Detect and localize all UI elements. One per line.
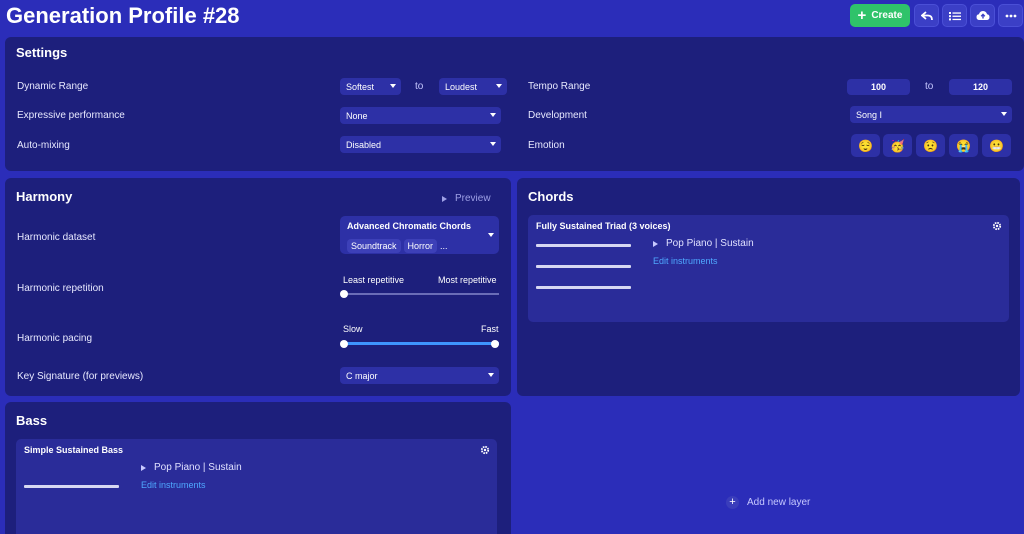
play-icon xyxy=(653,240,658,247)
preview-label: Preview xyxy=(455,193,491,204)
chevron-down-icon xyxy=(1001,112,1007,116)
tempo-max-input[interactable]: 120 xyxy=(949,79,1012,95)
harmonic-dataset-label: Harmonic dataset xyxy=(17,232,96,243)
repetition-slider-track[interactable] xyxy=(344,293,499,295)
chord-instrument-name: Pop Piano | Sustain xyxy=(666,238,754,249)
pacing-min-label: Slow xyxy=(343,324,363,334)
gear-icon[interactable] xyxy=(992,221,1002,231)
dataset-tag: Horror xyxy=(403,239,438,253)
chevron-down-icon xyxy=(490,142,496,146)
harmonic-dataset-select[interactable]: Advanced Chromatic Chords Soundtrack Horr… xyxy=(340,216,499,254)
chords-panel: Chords Fully Sustained Triad (3 voices) … xyxy=(517,178,1020,396)
key-signature-select[interactable]: C major xyxy=(340,367,499,384)
bass-instrument[interactable]: Pop Piano | Sustain xyxy=(141,462,242,473)
emotion-grimace-button[interactable]: 😬 xyxy=(982,134,1011,157)
automix-value: Disabled xyxy=(346,139,382,150)
add-layer-label: Add new layer xyxy=(747,497,811,508)
key-signature-value: C major xyxy=(346,370,378,381)
dynamic-to-word: to xyxy=(415,81,424,92)
bass-panel: Bass Simple Sustained Bass Pop Piano | S… xyxy=(5,402,511,534)
plus-icon: + xyxy=(726,496,739,509)
list-button[interactable] xyxy=(942,4,967,27)
undo-icon xyxy=(920,10,933,20)
bass-layer-title: Simple Sustained Bass xyxy=(24,445,124,455)
expressive-value: None xyxy=(346,110,368,121)
automix-select[interactable]: Disabled xyxy=(340,136,501,153)
chevron-down-icon xyxy=(496,84,502,88)
dynamic-max-select[interactable]: Loudest xyxy=(439,78,507,95)
development-select[interactable]: Song I xyxy=(850,106,1012,123)
chevron-down-icon xyxy=(488,373,494,377)
upload-button[interactable] xyxy=(970,4,995,27)
tempo-min-input[interactable]: 100 xyxy=(847,79,910,95)
development-label: Development xyxy=(528,110,587,121)
emotion-relieved-button[interactable]: 😌 xyxy=(851,134,880,157)
preview-button[interactable]: Preview xyxy=(442,193,491,204)
more-button[interactable] xyxy=(998,4,1023,27)
voice-bar xyxy=(536,265,631,268)
expressive-select[interactable]: None xyxy=(340,107,501,124)
emotion-crying-button[interactable]: 😭 xyxy=(949,134,978,157)
more-icon xyxy=(1005,14,1016,17)
bass-instrument-name: Pop Piano | Sustain xyxy=(154,462,242,473)
voice-bar xyxy=(536,286,631,289)
gear-icon[interactable] xyxy=(480,445,490,455)
undo-button[interactable] xyxy=(914,4,939,27)
add-layer-button[interactable]: + Add new layer xyxy=(726,496,810,509)
chord-instrument[interactable]: Pop Piano | Sustain xyxy=(653,238,754,249)
development-value: Song I xyxy=(856,109,883,120)
dynamic-max-value: Loudest xyxy=(445,81,478,92)
harmony-panel: Harmony Preview Harmonic dataset Advance… xyxy=(5,178,511,396)
tempo-label: Tempo Range xyxy=(528,81,591,92)
page-title: Generation Profile #28 xyxy=(6,3,240,28)
key-signature-label: Key Signature (for previews) xyxy=(17,371,144,382)
tempo-to-word: to xyxy=(925,81,934,92)
voice-bar xyxy=(24,485,119,488)
chevron-down-icon xyxy=(488,233,494,237)
bass-layer-card[interactable]: Simple Sustained Bass Pop Piano | Sustai… xyxy=(16,439,497,534)
create-button-label: Create xyxy=(871,10,903,21)
bass-title: Bass xyxy=(16,413,48,428)
dynamic-min-select[interactable]: Softest xyxy=(340,78,401,95)
pacing-slider-range[interactable] xyxy=(344,342,499,345)
expressive-label: Expressive performance xyxy=(17,110,125,121)
chord-layer-title: Fully Sustained Triad (3 voices) xyxy=(536,221,671,231)
chord-layer-card[interactable]: Fully Sustained Triad (3 voices) Pop Pia… xyxy=(528,215,1009,322)
chords-title: Chords xyxy=(528,189,574,204)
pacing-slider-max-handle[interactable] xyxy=(491,340,499,348)
repetition-max-label: Most repetitive xyxy=(438,275,497,285)
automix-label: Auto-mixing xyxy=(17,140,70,151)
dataset-more: ... xyxy=(440,241,448,251)
play-icon xyxy=(442,195,447,202)
pacing-max-label: Fast xyxy=(481,324,499,334)
pacing-slider-min-handle[interactable] xyxy=(340,340,348,348)
plus-icon: + xyxy=(857,6,867,24)
dynamic-range-label: Dynamic Range xyxy=(17,81,89,92)
play-icon xyxy=(141,464,146,471)
dynamic-min-value: Softest xyxy=(346,81,375,92)
chevron-down-icon xyxy=(390,84,396,88)
repetition-slider-handle[interactable] xyxy=(340,290,348,298)
harmony-title: Harmony xyxy=(16,189,73,204)
harmonic-dataset-value: Advanced Chromatic Chords xyxy=(347,221,472,231)
emotion-party-button[interactable]: 🥳 xyxy=(883,134,912,157)
chord-edit-instruments-link[interactable]: Edit instruments xyxy=(653,256,718,266)
emotion-label: Emotion xyxy=(528,140,565,151)
settings-title: Settings xyxy=(16,45,68,60)
voice-bar xyxy=(536,244,631,247)
cloud-upload-icon xyxy=(976,11,989,20)
harmonic-pacing-label: Harmonic pacing xyxy=(17,333,93,344)
harmonic-repetition-label: Harmonic repetition xyxy=(17,283,104,294)
emotion-worried-button[interactable]: 😟 xyxy=(916,134,945,157)
bass-edit-instruments-link[interactable]: Edit instruments xyxy=(141,480,206,490)
repetition-min-label: Least repetitive xyxy=(343,275,405,285)
dataset-tag: Soundtrack xyxy=(347,239,401,253)
chevron-down-icon xyxy=(490,113,496,117)
create-button[interactable]: + Create xyxy=(850,4,910,27)
list-icon xyxy=(948,11,961,20)
